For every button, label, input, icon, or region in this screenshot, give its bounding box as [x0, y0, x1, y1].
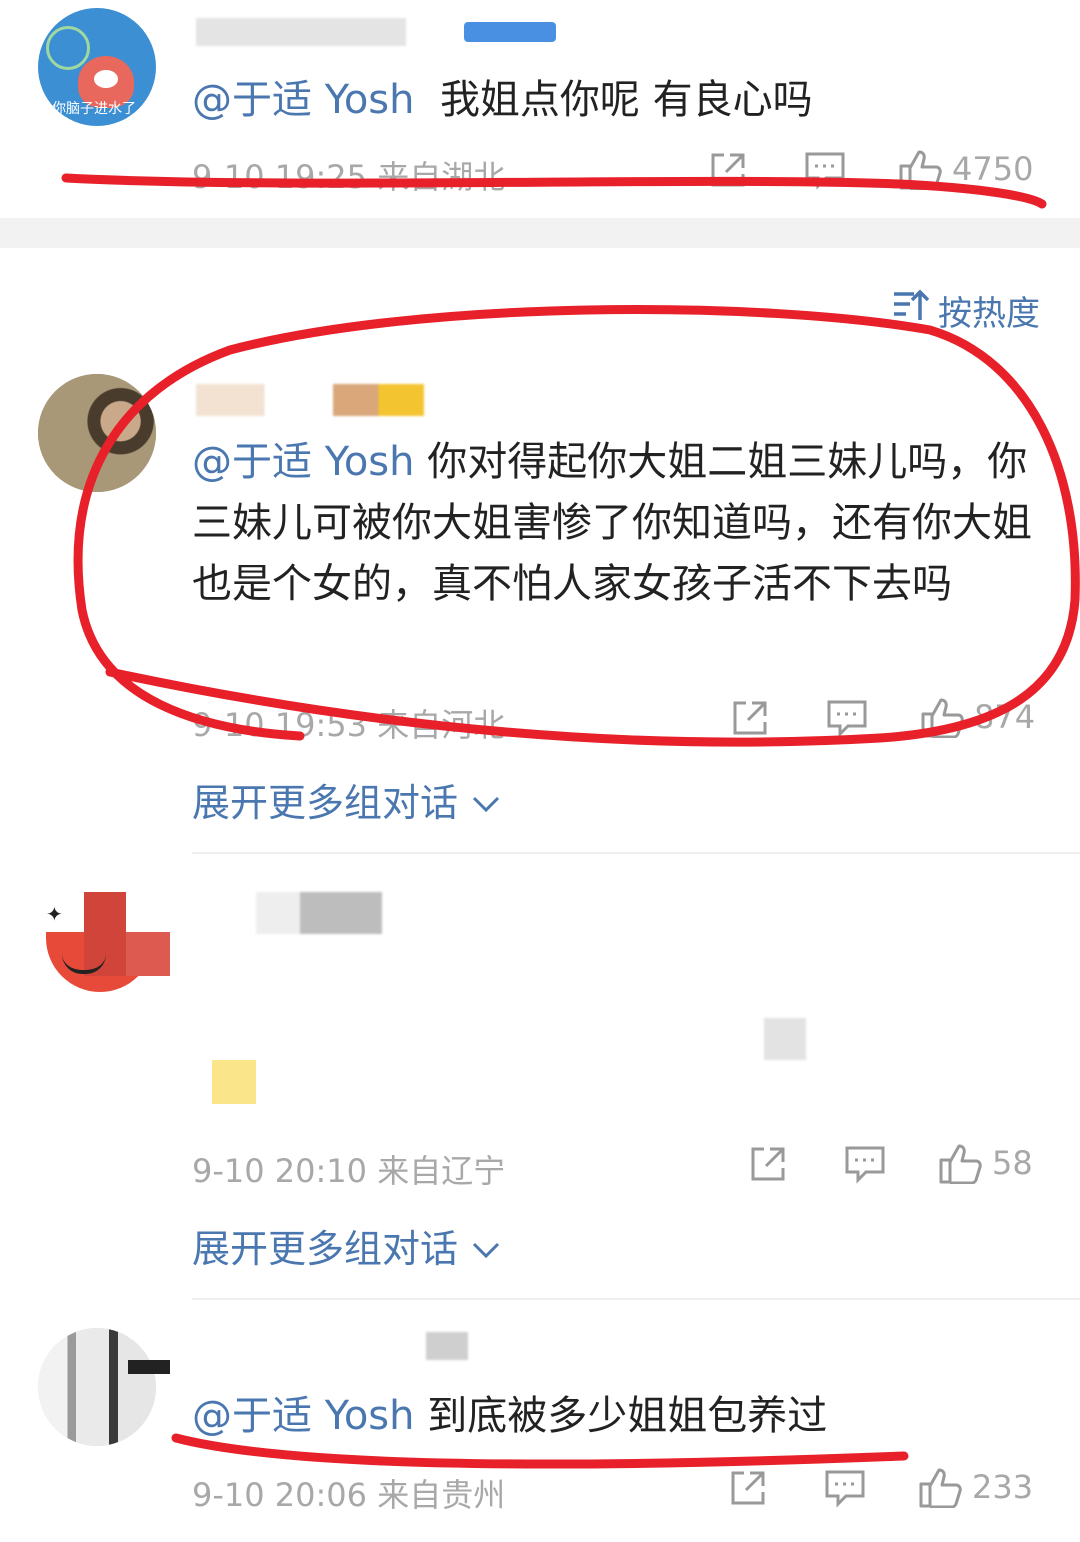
- comment-icon: [804, 150, 846, 190]
- avatar-sparkle-icon: ✦: [46, 902, 63, 926]
- like-icon: [918, 1466, 962, 1508]
- comment-button[interactable]: [804, 150, 846, 190]
- avatar-decoration: [46, 26, 90, 70]
- chevron-down-icon: [472, 1224, 500, 1268]
- expand-conversation-button[interactable]: 展开更多组对话: [192, 772, 500, 827]
- comment-button[interactable]: [844, 1144, 886, 1184]
- comment-icon: [844, 1144, 886, 1184]
- comment-button[interactable]: [824, 1468, 866, 1508]
- member-badge: [464, 22, 556, 42]
- comment-meta: 9-10 19:25 来自湖北: [192, 152, 505, 198]
- chevron-down-icon: [472, 778, 500, 822]
- comment-location: 来自辽宁: [377, 1152, 506, 1190]
- sort-label: 按热度: [938, 294, 1040, 334]
- like-count: 4750: [952, 150, 1034, 188]
- username-redacted[interactable]: [196, 384, 424, 416]
- share-button[interactable]: [730, 698, 770, 738]
- avatar-redaction: [128, 1360, 170, 1374]
- avatar[interactable]: ✦: [40, 892, 170, 996]
- share-button[interactable]: [728, 1468, 768, 1508]
- share-button[interactable]: [748, 1144, 788, 1184]
- avatar-redaction: [126, 932, 170, 976]
- like-icon: [938, 1142, 982, 1184]
- comment-time: 9-10 20:10: [192, 1152, 368, 1190]
- avatar-photo: [38, 1328, 156, 1446]
- comment-icon: [824, 1468, 866, 1508]
- share-icon: [708, 150, 748, 190]
- comment-location: 来自贵州: [377, 1476, 506, 1514]
- expand-conversation-button[interactable]: 展开更多组对话: [192, 1218, 500, 1273]
- comment-text: @于适 Yosh 到底被多少姐姐包养过: [192, 1386, 827, 1447]
- username-redacted[interactable]: [256, 892, 382, 934]
- comment-text: @于适 Yosh 你对得起你大姐二姐三妹儿吗，你三妹儿可被你大姐害惨了你知道吗，…: [192, 432, 1042, 615]
- emoji-redacted: [212, 1060, 256, 1104]
- comment-time: 9-10 19:25: [192, 158, 368, 196]
- comment-meta: 9-10 19:53 来自河北: [192, 700, 505, 746]
- comment-location: 来自河北: [377, 706, 506, 744]
- like-button[interactable]: 58: [938, 1142, 1033, 1184]
- share-button[interactable]: [708, 150, 748, 190]
- like-icon: [898, 148, 942, 190]
- username-redacted[interactable]: [426, 1332, 468, 1360]
- like-icon: [920, 696, 964, 738]
- mention-link[interactable]: @于适 Yosh: [192, 77, 415, 123]
- divider: [192, 852, 1080, 854]
- comment-body: 到底被多少姐姐包养过: [427, 1393, 828, 1439]
- share-icon: [748, 1144, 788, 1184]
- like-count: 233: [972, 1468, 1034, 1506]
- sort-icon: [892, 288, 930, 333]
- username-redacted[interactable]: [196, 18, 406, 46]
- expand-label: 展开更多组对话: [192, 1227, 459, 1271]
- divider: [192, 1298, 1080, 1300]
- like-button[interactable]: 233: [918, 1466, 1033, 1508]
- share-icon: [730, 698, 770, 738]
- mention-link[interactable]: @于适 Yosh: [192, 439, 415, 485]
- share-icon: [728, 1468, 768, 1508]
- avatar[interactable]: 你脑子进水了: [38, 8, 156, 126]
- like-count: 58: [992, 1144, 1033, 1182]
- avatar-caption: 你脑子进水了: [52, 101, 136, 117]
- expand-label: 展开更多组对话: [192, 781, 459, 825]
- comment-time: 9-10 20:06: [192, 1476, 368, 1514]
- comment-location: 来自湖北: [377, 158, 506, 196]
- section-separator: [0, 218, 1080, 248]
- avatar[interactable]: [38, 1328, 156, 1446]
- comment-time: 9-10 19:53: [192, 706, 368, 744]
- sort-toggle[interactable]: 按热度: [892, 286, 1040, 335]
- avatar-photo: [38, 374, 156, 492]
- content-redacted: [764, 1018, 806, 1060]
- comment-icon: [826, 698, 868, 738]
- comment-text: @于适 Yosh 我姐点你呢 有良心吗: [192, 70, 813, 131]
- comment-meta: 9-10 20:06 来自贵州: [192, 1470, 505, 1516]
- like-count: 874: [974, 698, 1036, 736]
- like-button[interactable]: 4750: [898, 148, 1033, 190]
- avatar[interactable]: [38, 374, 156, 492]
- comment-button[interactable]: [826, 698, 868, 738]
- mention-link[interactable]: @于适 Yosh: [192, 1393, 415, 1439]
- avatar-eyes: [94, 70, 118, 88]
- comment-body: 我姐点你呢 有良心吗: [439, 77, 813, 123]
- comment-meta: 9-10 20:10 来自辽宁: [192, 1146, 505, 1192]
- like-button[interactable]: 874: [920, 696, 1035, 738]
